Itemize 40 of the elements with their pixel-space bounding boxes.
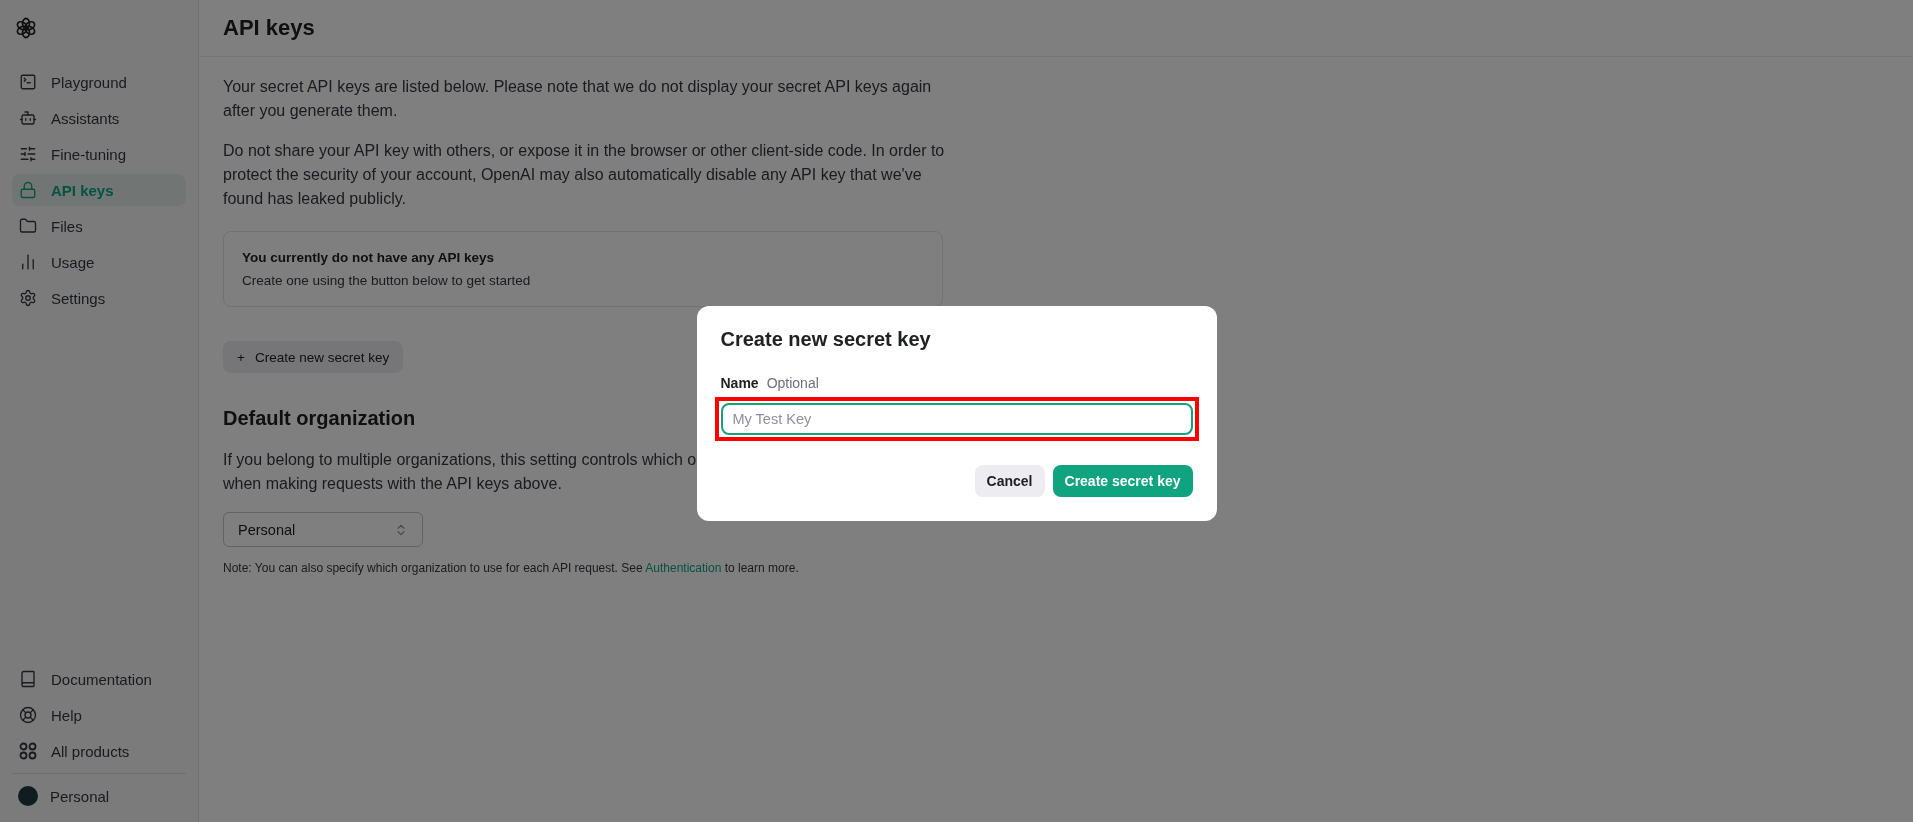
organization-select[interactable]: Personal <box>223 512 423 547</box>
name-input-field[interactable]: My Test Key <box>720 402 1193 435</box>
sidebar-item[interactable]: Files <box>12 210 186 242</box>
create-button[interactable]: Create secret key <box>1052 464 1193 497</box>
bar-chart-icon <box>19 253 37 271</box>
authentication-link[interactable]: Authentication <box>645 561 722 575</box>
section-title: Default organization <box>223 407 416 430</box>
lock-icon <box>19 181 37 199</box>
robot-icon <box>19 109 37 127</box>
description-text: Your secret API keys are listed below. Please note that we do not display your secret API keys again after you generate them. <box>223 77 933 121</box>
sidebar-item[interactable]: Help <box>12 699 186 731</box>
empty-state-title: You currently do not have any API keys <box>242 250 496 265</box>
account-switcher[interactable]: Personal <box>12 782 186 810</box>
description-text: Do not share your API key with others, or expose it in the browser or other client-side code. In order to protect the security of your account, OpenAI may also automatically disable any API key that we've found has leaked publicly. <box>223 141 946 209</box>
field-label: Name <box>720 374 759 391</box>
description-text: If you belong to multiple organizations, this setting controls which o <box>223 450 697 470</box>
sidebar-item[interactable]: Playground <box>12 66 186 98</box>
sidebar-item[interactable]: Documentation <box>12 663 186 695</box>
note-text: Note: You can also specify which organization to use for each API request. See Authentication to learn more. <box>223 561 800 575</box>
grid-icon <box>19 742 37 760</box>
create-key-button[interactable]: + Create new secret key <box>223 341 404 373</box>
terminal-icon <box>19 73 37 91</box>
page-title: API keys <box>223 15 315 41</box>
sidebar-item[interactable]: Usage <box>12 246 186 278</box>
logo-icon <box>14 16 38 40</box>
settings-icon <box>19 289 37 307</box>
lifebuoy-icon <box>19 706 37 724</box>
dialog-title: Create new secret key <box>720 327 932 351</box>
sliders-icon <box>19 145 37 163</box>
folder-icon <box>19 217 37 235</box>
sidebar-item[interactable]: Fine-tuning <box>12 138 186 170</box>
sidebar-item[interactable]: Assistants <box>12 102 186 134</box>
cancel-button[interactable]: Cancel <box>974 464 1045 497</box>
sidebar-item[interactable]: Settings <box>12 282 186 314</box>
book-icon <box>19 670 37 688</box>
description-text: when making requests with the API keys above. <box>223 474 562 494</box>
avatar <box>18 786 38 806</box>
field-hint: Optional <box>766 374 819 391</box>
sidebar-item[interactable]: All products <box>12 735 186 767</box>
empty-state-text: Create one using the button below to get started <box>242 273 532 288</box>
